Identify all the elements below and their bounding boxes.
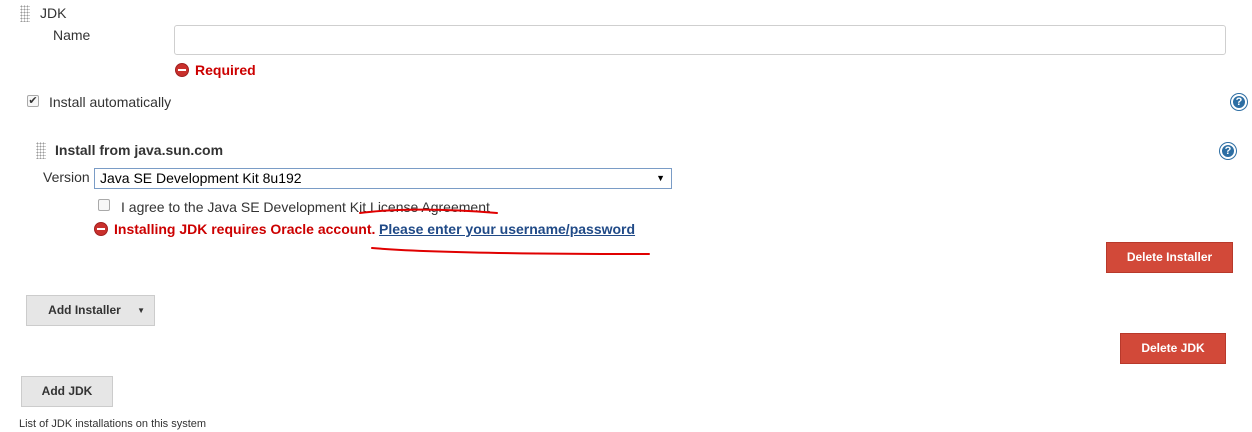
required-error-text: Required xyxy=(195,62,256,78)
checkbox-check-icon: ✔ xyxy=(28,95,38,107)
name-label: Name xyxy=(53,27,91,43)
drag-handle-icon[interactable] xyxy=(36,142,46,159)
jdk-installations-description: List of JDK installations on this system xyxy=(19,418,207,430)
add-installer-label: Add Installer xyxy=(48,303,121,317)
add-installer-button[interactable]: Add Installer ▼ xyxy=(26,295,155,326)
oracle-account-error: Installing JDK requires Oracle account. … xyxy=(114,221,635,237)
version-select[interactable]: Java SE Development Kit 8u192 ▼ xyxy=(94,168,672,189)
error-icon xyxy=(175,63,189,77)
installer-title: Install from java.sun.com xyxy=(55,142,224,158)
help-icon[interactable]: ? xyxy=(1220,143,1236,159)
license-agree-label: I agree to the Java SE Development Kit L… xyxy=(121,199,490,215)
dropdown-arrow-icon: ▼ xyxy=(656,173,665,183)
annotation-underline xyxy=(359,208,650,255)
oracle-credentials-link[interactable]: Please enter your username/password xyxy=(379,221,635,237)
install-automatically-label: Install automatically xyxy=(49,94,172,110)
license-agree-checkbox[interactable] xyxy=(98,199,110,211)
version-selected-value: Java SE Development Kit 8u192 xyxy=(100,170,302,186)
install-automatically-checkbox[interactable]: ✔ xyxy=(27,95,39,107)
jdk-section-title: JDK xyxy=(40,5,67,21)
error-icon xyxy=(94,222,108,236)
version-label: Version xyxy=(43,169,90,185)
drag-handle-icon[interactable] xyxy=(20,5,30,22)
caret-down-icon: ▼ xyxy=(137,306,145,315)
add-jdk-button[interactable]: Add JDK xyxy=(21,376,113,407)
name-input[interactable] xyxy=(174,25,1226,55)
help-icon[interactable]: ? xyxy=(1231,94,1247,110)
oracle-error-text: Installing JDK requires Oracle account. xyxy=(114,221,376,237)
delete-installer-button[interactable]: Delete Installer xyxy=(1106,242,1233,273)
delete-jdk-button[interactable]: Delete JDK xyxy=(1120,333,1226,364)
